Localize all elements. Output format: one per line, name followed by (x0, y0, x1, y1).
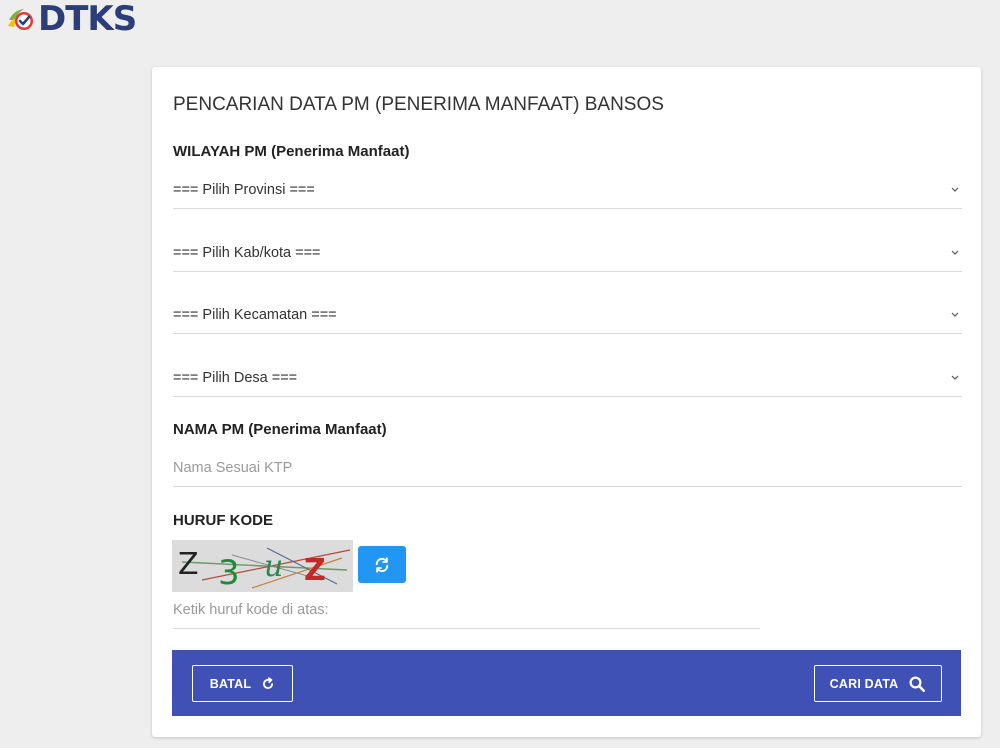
cancel-button-label: BATAL (209, 676, 252, 691)
captcha-char: Z (178, 547, 199, 582)
kecamatan-select[interactable]: === Pilih Kecamatan === (173, 296, 962, 334)
form-title: PENCARIAN DATA PM (PENERIMA MANFAAT) BAN… (173, 94, 664, 115)
search-button-label: CARI DATA (829, 676, 899, 691)
captcha-char: u (264, 549, 283, 584)
reload-icon (263, 676, 274, 689)
captcha-char: 3 (218, 553, 240, 592)
cancel-button[interactable]: BATAL (192, 665, 293, 702)
chevron-down-icon (950, 248, 960, 258)
nama-field-wrapper (173, 449, 962, 487)
captcha-char: Z (304, 553, 326, 588)
chevron-down-icon (950, 373, 960, 383)
desa-select-value: === Pilih Desa === (173, 369, 298, 386)
desa-select[interactable]: === Pilih Desa === (173, 359, 962, 397)
action-bar: BATAL CARI DATA (172, 650, 961, 716)
search-button[interactable]: CARI DATA (814, 665, 942, 702)
kode-input[interactable] (173, 601, 760, 618)
kabkota-select[interactable]: === Pilih Kab/kota === (173, 234, 962, 272)
wilayah-label: WILAYAH PM (Penerima Manfaat) (173, 143, 410, 160)
search-icon (909, 676, 926, 692)
kecamatan-select-value: === Pilih Kecamatan === (173, 306, 337, 323)
dtks-emblem-icon (8, 9, 33, 30)
captcha-image: Z 3 u Z (172, 540, 353, 593)
dtks-logo: DTKS (6, 0, 137, 39)
chevron-down-icon (950, 185, 960, 195)
provinsi-select[interactable]: === Pilih Provinsi === (173, 171, 962, 209)
nama-input[interactable] (173, 459, 962, 476)
kode-label: HURUF KODE (173, 512, 273, 529)
captcha-refresh-button[interactable] (358, 546, 406, 583)
nama-label: NAMA PM (Penerima Manfaat) (173, 421, 387, 438)
logo-text: DTKS (38, 0, 137, 39)
refresh-icon (375, 556, 389, 573)
chevron-down-icon (950, 310, 960, 320)
kode-field-wrapper (173, 591, 760, 629)
search-form-card: PENCARIAN DATA PM (PENERIMA MANFAAT) BAN… (152, 67, 981, 737)
kabkota-select-value: === Pilih Kab/kota === (173, 244, 321, 261)
provinsi-select-value: === Pilih Provinsi === (173, 181, 315, 198)
